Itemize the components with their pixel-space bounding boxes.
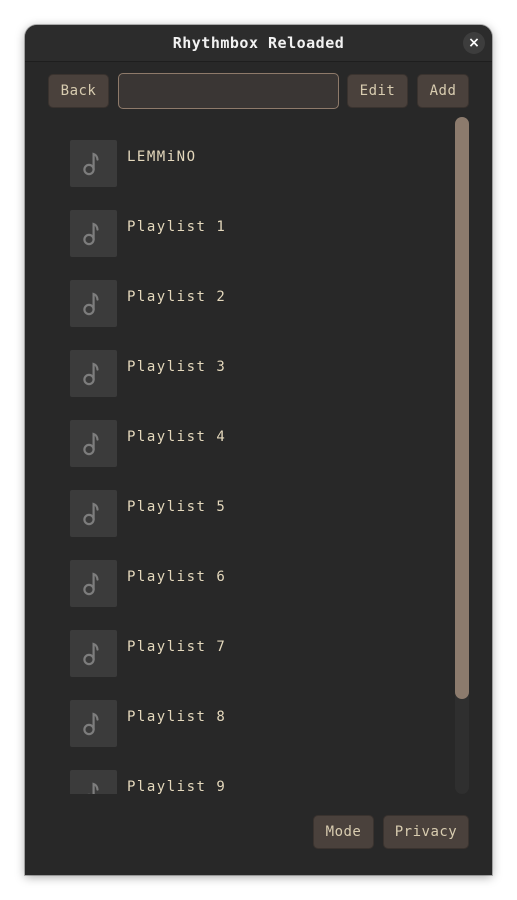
- window-title: Rhythmbox Reloaded: [172, 34, 345, 52]
- playlist-label: Playlist 1: [127, 219, 227, 235]
- playlist-label: Playlist 5: [127, 499, 227, 515]
- playlist-thumbnail: [70, 630, 117, 677]
- mode-button[interactable]: Mode: [313, 815, 374, 849]
- app-window: Rhythmbox Reloaded × Back Edit Add LEMMi…: [25, 25, 492, 875]
- playlist-thumbnail: [70, 700, 117, 747]
- close-button[interactable]: ×: [463, 32, 485, 54]
- edit-button[interactable]: Edit: [347, 74, 408, 108]
- playlist-item[interactable]: Playlist 1: [70, 210, 440, 258]
- playlist-item[interactable]: Playlist 6: [70, 560, 440, 608]
- playlist-list[interactable]: LEMMiNO Playlist 1 Playlist 2 Playlist 3…: [25, 121, 455, 794]
- playlist-item[interactable]: Playlist 8: [70, 700, 440, 748]
- search-input[interactable]: [118, 73, 339, 109]
- playlist-thumbnail: [70, 490, 117, 537]
- playlist-thumbnail: [70, 770, 117, 794]
- playlist-label: Playlist 6: [127, 569, 227, 585]
- playlist-item[interactable]: Playlist 7: [70, 630, 440, 678]
- playlist-thumbnail: [70, 420, 117, 467]
- privacy-button[interactable]: Privacy: [383, 815, 469, 849]
- playlist-item[interactable]: Playlist 4: [70, 420, 440, 468]
- playlist-thumbnail: [70, 350, 117, 397]
- playlist-label: Playlist 7: [127, 639, 227, 655]
- playlist-thumbnail: [70, 210, 117, 257]
- playlist-label: Playlist 9: [127, 779, 227, 794]
- scrollbar-thumb[interactable]: [455, 117, 469, 699]
- playlist-item[interactable]: Playlist 3: [70, 350, 440, 398]
- add-button[interactable]: Add: [417, 74, 469, 108]
- scrollbar-track[interactable]: [455, 117, 469, 794]
- playlist-thumbnail: [70, 560, 117, 607]
- playlist-label: Playlist 8: [127, 709, 227, 725]
- playlist-thumbnail: [70, 140, 117, 187]
- back-button[interactable]: Back: [48, 74, 109, 108]
- playlist-item[interactable]: Playlist 2: [70, 280, 440, 328]
- playlist-label: Playlist 3: [127, 359, 227, 375]
- title-bar: Rhythmbox Reloaded ×: [25, 25, 492, 62]
- playlist-item[interactable]: Playlist 9: [70, 770, 440, 794]
- playlist-item[interactable]: LEMMiNO: [70, 140, 440, 188]
- playlist-item[interactable]: Playlist 5: [70, 490, 440, 538]
- playlist-label: Playlist 4: [127, 429, 227, 445]
- playlist-label: LEMMiNO: [127, 149, 197, 165]
- playlist-thumbnail: [70, 280, 117, 327]
- playlist-label: Playlist 2: [127, 289, 227, 305]
